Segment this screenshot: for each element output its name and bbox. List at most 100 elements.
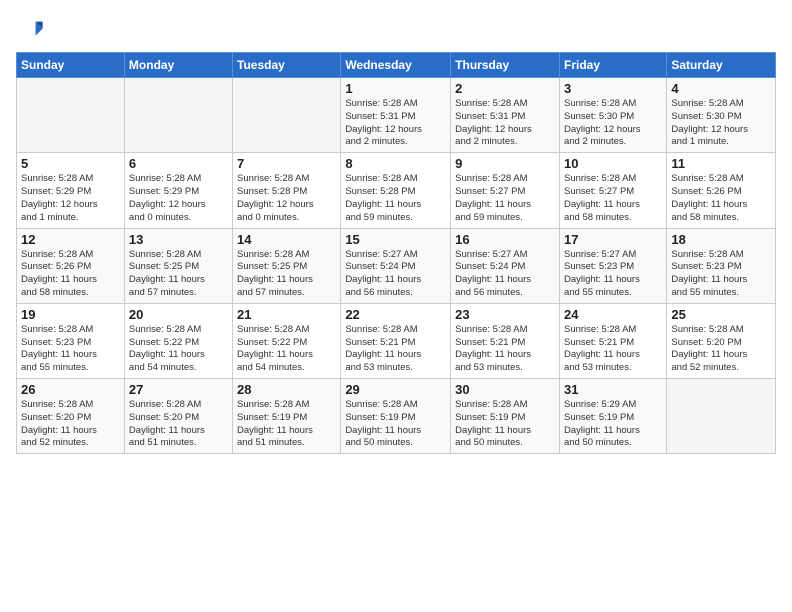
calendar-cell: 27Sunrise: 5:28 AM Sunset: 5:20 PM Dayli… [124,379,232,454]
day-info: Sunrise: 5:28 AM Sunset: 5:19 PM Dayligh… [345,399,446,450]
day-number: 11 [671,156,771,171]
day-info: Sunrise: 5:28 AM Sunset: 5:27 PM Dayligh… [455,173,555,224]
calendar-cell: 23Sunrise: 5:28 AM Sunset: 5:21 PM Dayli… [451,303,560,378]
day-number: 22 [345,307,446,322]
day-info: Sunrise: 5:28 AM Sunset: 5:29 PM Dayligh… [21,173,120,224]
day-number: 12 [21,232,120,247]
weekday-header-thursday: Thursday [451,53,560,78]
day-number: 5 [21,156,120,171]
day-number: 27 [129,382,228,397]
weekday-header-row: SundayMondayTuesdayWednesdayThursdayFrid… [17,53,776,78]
calendar-week-4: 19 Sunrise: 5:28 AM Sunset: 5:23 PM Dayli… [17,303,776,378]
day-info: Sunrise: 5:28 AM Sunset: 5:31 PM Dayligh… [455,98,555,149]
calendar-cell: 25 Sunrise: 5:28 AM Sunset: 5:20 PM Dayli… [667,303,776,378]
weekday-header-monday: Monday [124,53,232,78]
logo [16,16,48,44]
calendar: SundayMondayTuesdayWednesdayThursdayFrid… [16,52,776,454]
day-number: 28 [237,382,336,397]
day-number: 1 [345,81,446,96]
day-number: 18 [671,232,771,247]
logo-icon [16,16,44,44]
day-number: 30 [455,382,555,397]
day-info: Sunrise: 5:28 AM Sunset: 5:28 PM Dayligh… [237,173,336,224]
day-info: Sunrise: 5:28 AM Sunset: 5:22 PM Dayligh… [237,324,336,375]
calendar-cell [233,78,341,153]
calendar-cell: 10 Sunrise: 5:28 AM Sunset: 5:27 PM Dayli… [559,153,666,228]
calendar-cell: 7 Sunrise: 5:28 AM Sunset: 5:28 PM Daylig… [233,153,341,228]
calendar-cell: 13 Sunrise: 5:28 AM Sunset: 5:25 PM Dayli… [124,228,232,303]
weekday-header-wednesday: Wednesday [341,53,451,78]
day-number: 19 [21,307,120,322]
calendar-week-3: 12 Sunrise: 5:28 AM Sunset: 5:26 PM Dayli… [17,228,776,303]
calendar-cell: 4 Sunrise: 5:28 AM Sunset: 5:30 PM Daylig… [667,78,776,153]
calendar-cell: 21 Sunrise: 5:28 AM Sunset: 5:22 PM Dayli… [233,303,341,378]
calendar-cell: 1 Sunrise: 5:28 AM Sunset: 5:31 PM Daylig… [341,78,451,153]
day-number: 10 [564,156,662,171]
calendar-cell: 18Sunrise: 5:28 AM Sunset: 5:23 PM Dayli… [667,228,776,303]
day-info: Sunrise: 5:29 AM Sunset: 5:19 PM Dayligh… [564,399,662,450]
calendar-cell: 19 Sunrise: 5:28 AM Sunset: 5:23 PM Dayli… [17,303,125,378]
calendar-cell: 24 Sunrise: 5:28 AM Sunset: 5:21 PM Dayli… [559,303,666,378]
header [16,16,776,44]
day-info: Sunrise: 5:28 AM Sunset: 5:19 PM Dayligh… [237,399,336,450]
day-info: Sunrise: 5:28 AM Sunset: 5:20 PM Dayligh… [21,399,120,450]
day-number: 9 [455,156,555,171]
day-number: 13 [129,232,228,247]
calendar-cell: 6Sunrise: 5:28 AM Sunset: 5:29 PM Daylig… [124,153,232,228]
day-number: 7 [237,156,336,171]
day-info: Sunrise: 5:28 AM Sunset: 5:19 PM Dayligh… [455,399,555,450]
calendar-cell: 12 Sunrise: 5:28 AM Sunset: 5:26 PM Dayli… [17,228,125,303]
calendar-cell: 11 Sunrise: 5:28 AM Sunset: 5:26 PM Dayli… [667,153,776,228]
calendar-cell: 14Sunrise: 5:28 AM Sunset: 5:25 PM Dayli… [233,228,341,303]
calendar-week-2: 5 Sunrise: 5:28 AM Sunset: 5:29 PM Daylig… [17,153,776,228]
day-number: 16 [455,232,555,247]
day-info: Sunrise: 5:28 AM Sunset: 5:26 PM Dayligh… [671,173,771,224]
day-number: 26 [21,382,120,397]
day-info: Sunrise: 5:28 AM Sunset: 5:21 PM Dayligh… [564,324,662,375]
calendar-cell: 31 Sunrise: 5:29 AM Sunset: 5:19 PM Dayli… [559,379,666,454]
day-info: Sunrise: 5:28 AM Sunset: 5:22 PM Dayligh… [129,324,228,375]
calendar-cell [124,78,232,153]
calendar-cell: 30 Sunrise: 5:28 AM Sunset: 5:19 PM Dayli… [451,379,560,454]
calendar-cell: 9 Sunrise: 5:28 AM Sunset: 5:27 PM Daylig… [451,153,560,228]
day-info: Sunrise: 5:28 AM Sunset: 5:26 PM Dayligh… [21,249,120,300]
day-info: Sunrise: 5:28 AM Sunset: 5:28 PM Dayligh… [345,173,446,224]
day-info: Sunrise: 5:28 AM Sunset: 5:21 PM Dayligh… [345,324,446,375]
calendar-cell: 15Sunrise: 5:27 AM Sunset: 5:24 PM Dayli… [341,228,451,303]
calendar-cell [667,379,776,454]
page: SundayMondayTuesdayWednesdayThursdayFrid… [0,0,792,462]
day-number: 14 [237,232,336,247]
day-number: 8 [345,156,446,171]
day-number: 4 [671,81,771,96]
day-info: Sunrise: 5:28 AM Sunset: 5:30 PM Dayligh… [671,98,771,149]
day-number: 23 [455,307,555,322]
calendar-week-5: 26 Sunrise: 5:28 AM Sunset: 5:20 PM Dayli… [17,379,776,454]
day-number: 24 [564,307,662,322]
day-info: Sunrise: 5:27 AM Sunset: 5:24 PM Dayligh… [345,249,446,300]
calendar-cell: 26 Sunrise: 5:28 AM Sunset: 5:20 PM Dayli… [17,379,125,454]
day-number: 21 [237,307,336,322]
day-number: 6 [129,156,228,171]
day-info: Sunrise: 5:28 AM Sunset: 5:31 PM Dayligh… [345,98,446,149]
day-info: Sunrise: 5:27 AM Sunset: 5:23 PM Dayligh… [564,249,662,300]
calendar-cell: 22 Sunrise: 5:28 AM Sunset: 5:21 PM Dayli… [341,303,451,378]
day-number: 29 [345,382,446,397]
calendar-cell: 29 Sunrise: 5:28 AM Sunset: 5:19 PM Dayli… [341,379,451,454]
calendar-week-1: 1 Sunrise: 5:28 AM Sunset: 5:31 PM Daylig… [17,78,776,153]
day-info: Sunrise: 5:28 AM Sunset: 5:27 PM Dayligh… [564,173,662,224]
day-number: 25 [671,307,771,322]
day-number: 31 [564,382,662,397]
day-info: Sunrise: 5:28 AM Sunset: 5:23 PM Dayligh… [21,324,120,375]
calendar-cell: 20Sunrise: 5:28 AM Sunset: 5:22 PM Dayli… [124,303,232,378]
day-number: 2 [455,81,555,96]
calendar-cell: 28 Sunrise: 5:28 AM Sunset: 5:19 PM Dayli… [233,379,341,454]
calendar-cell: 8 Sunrise: 5:28 AM Sunset: 5:28 PM Daylig… [341,153,451,228]
weekday-header-friday: Friday [559,53,666,78]
weekday-header-sunday: Sunday [17,53,125,78]
weekday-header-saturday: Saturday [667,53,776,78]
day-info: Sunrise: 5:28 AM Sunset: 5:20 PM Dayligh… [671,324,771,375]
day-info: Sunrise: 5:28 AM Sunset: 5:30 PM Dayligh… [564,98,662,149]
day-info: Sunrise: 5:28 AM Sunset: 5:25 PM Dayligh… [129,249,228,300]
calendar-cell: 5 Sunrise: 5:28 AM Sunset: 5:29 PM Daylig… [17,153,125,228]
calendar-cell [17,78,125,153]
